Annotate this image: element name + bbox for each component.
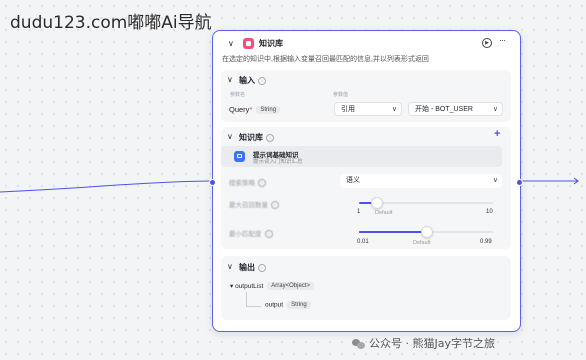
param-query: Query* String <box>229 105 281 115</box>
node-header[interactable]: ∨ 知识库 ▶ ··· <box>213 31 520 55</box>
incoming-edge <box>0 180 211 193</box>
info-icon[interactable]: i <box>266 133 274 142</box>
value-mode-select[interactable]: 引用 ∨ <box>334 102 402 116</box>
max-recall-slider[interactable] <box>359 197 493 209</box>
info-icon[interactable]: i <box>264 230 273 239</box>
min-match-label: 最小匹配度 i <box>229 228 273 239</box>
chevron-down-icon: ∨ <box>492 177 498 184</box>
param-type-tag: String <box>256 106 281 115</box>
output-port[interactable] <box>516 179 523 186</box>
min-match-slider-thumb[interactable] <box>421 226 433 238</box>
search-strategy-select[interactable]: 语义 ∨ <box>340 174 502 188</box>
chevron-down-icon: ∨ <box>490 103 498 115</box>
knowledge-item-desc: 提示词入门知识汇总 <box>253 159 303 165</box>
min-match-min: 0.01 <box>357 239 369 245</box>
info-icon[interactable]: i <box>271 201 279 210</box>
max-recall-max: 10 <box>486 209 493 215</box>
more-options-icon[interactable]: ··· <box>499 35 506 45</box>
collapse-chevron-icon[interactable]: ∨ <box>228 39 234 48</box>
chevron-down-icon: ∨ <box>391 106 397 113</box>
info-icon[interactable]: i <box>258 76 266 85</box>
output-section: ∨ 输出 i ▾ outputList Array<Object> output St… <box>221 256 511 320</box>
param-name-header: 参数名 <box>230 92 246 98</box>
param-value-header: 参数值 <box>333 92 349 98</box>
run-icon[interactable]: ▶ <box>482 38 492 48</box>
input-section-title: 输入 i <box>239 75 266 86</box>
node-title[interactable]: 知识库 <box>259 38 283 49</box>
output-list-type-tag: Array<Object> <box>267 282 314 291</box>
min-match-slider[interactable] <box>359 226 493 238</box>
max-recall-min: 1 <box>357 209 361 215</box>
max-recall-default: Default <box>375 210 393 216</box>
input-section: ∨ 输入 i 参数名 参数值 Query* String 引用 ∨ 开始 - BOT_… <box>221 70 511 122</box>
value-reference-select[interactable]: 开始 - BOT_USER ∨ <box>408 102 503 116</box>
info-icon[interactable]: i <box>258 179 266 188</box>
min-match-max: 0.99 <box>480 239 492 245</box>
input-port[interactable] <box>209 179 216 186</box>
footer-watermark: 公众号 · 熊猫Jay字节之旅 <box>352 335 495 351</box>
knowledge-item[interactable]: 提示词基础知识 提示词入门知识汇总 <box>221 146 502 167</box>
min-match-slider-fill <box>359 231 426 233</box>
output-list[interactable]: ▾ outputList Array<Object> <box>230 282 314 291</box>
output-collapse-chevron-icon[interactable]: ∨ <box>227 262 233 271</box>
info-icon[interactable]: i <box>258 263 266 272</box>
knowledge-icon <box>243 38 254 49</box>
top-watermark: dudu123.com嘟嘟Ai导航 <box>10 13 212 33</box>
wechat-icon <box>352 339 365 349</box>
output-child-type-tag: String <box>287 301 311 309</box>
output-section-title: 输出 i <box>239 262 266 273</box>
input-collapse-chevron-icon[interactable]: ∨ <box>227 75 233 84</box>
max-recall-label: 最大召回数量 i <box>229 199 279 210</box>
add-knowledge-button[interactable]: + <box>494 128 500 140</box>
knowledge-collapse-chevron-icon[interactable]: ∨ <box>227 132 233 141</box>
min-match-default: Default <box>413 240 431 246</box>
node-description: 在选定的知识中,根据输入变量召回最匹配的信息,并以列表形式返回 <box>222 56 429 63</box>
knowledge-section-title: 知识库 i <box>239 132 274 143</box>
knowledge-base-icon <box>234 151 245 162</box>
tree-connector <box>246 292 261 307</box>
output-child: output String <box>265 301 311 309</box>
search-strategy-label: 搜索策略 i <box>229 177 266 188</box>
